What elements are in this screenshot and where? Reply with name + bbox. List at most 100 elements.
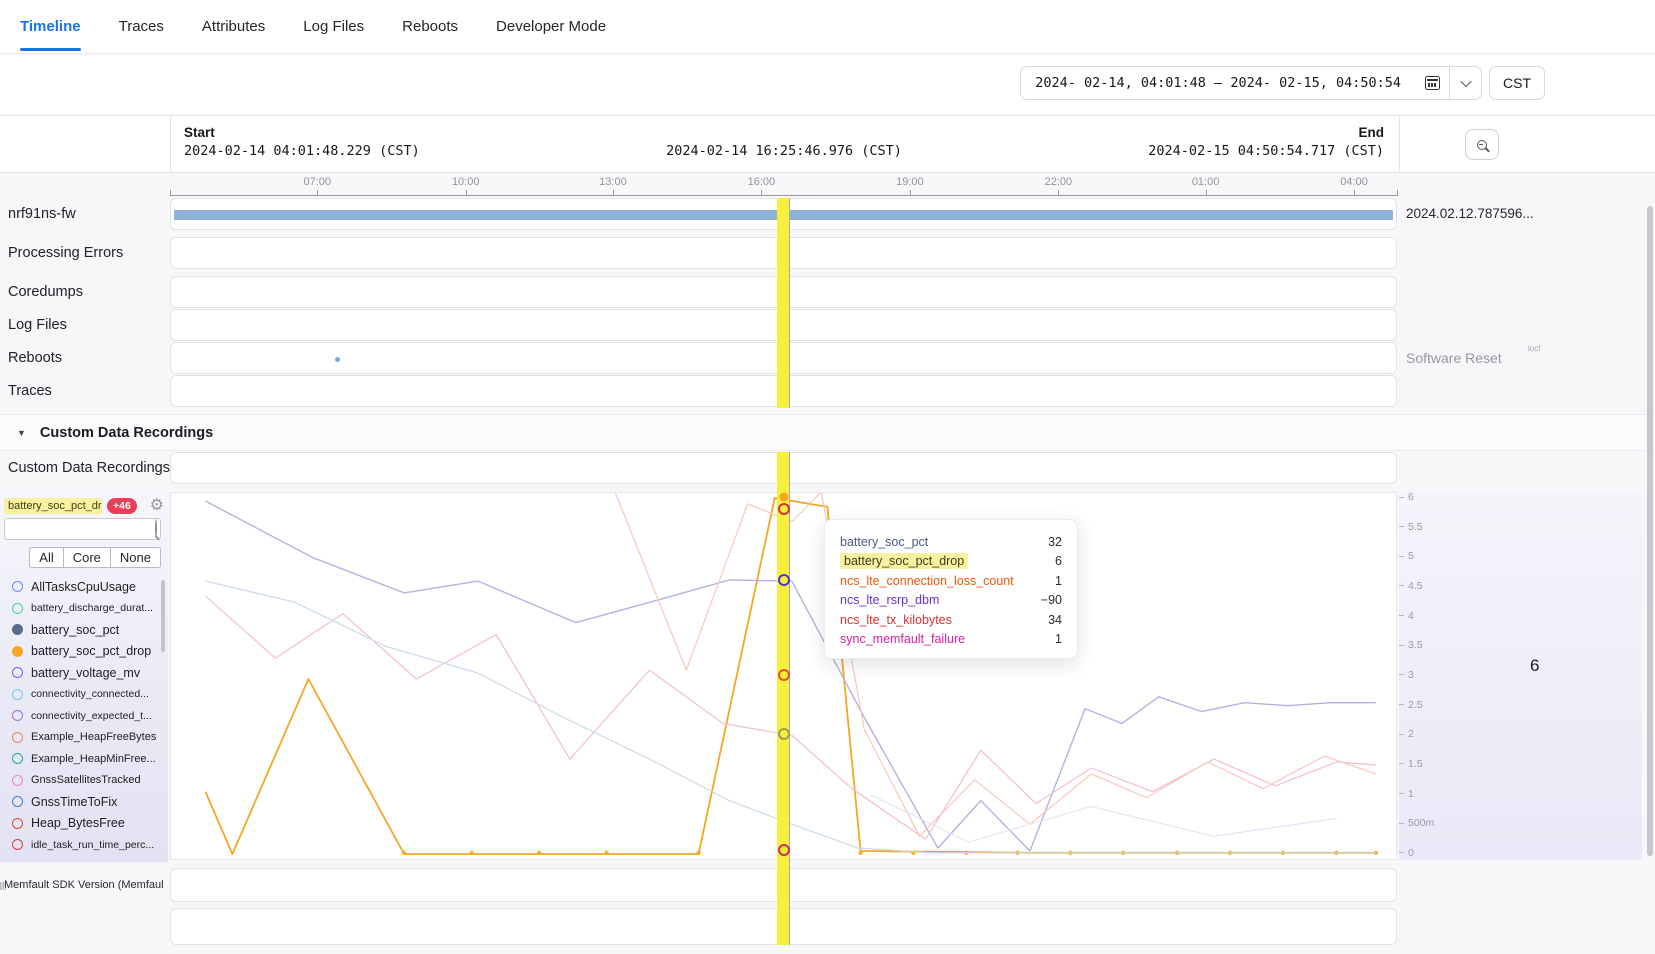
y-tick-dash: [1399, 556, 1404, 557]
series-point: [469, 851, 473, 855]
y-tick-label: 500m: [1408, 817, 1434, 829]
zoom-out-button[interactable]: [1465, 129, 1499, 160]
y-axis-tick: 500m: [1399, 817, 1434, 829]
section-title: Custom Data Recordings: [40, 425, 213, 441]
metric-label: AllTasksCpuUsage: [31, 580, 136, 594]
y-tick-label: 5: [1408, 550, 1414, 562]
metric-list-item-connectivity-connected[interactable]: connectivity_connected...: [0, 684, 168, 706]
series-ncs-lte-connection-loss-count: [870, 795, 1336, 842]
chevron-down-icon: [1460, 76, 1471, 87]
y-tick-label: 6: [1408, 491, 1414, 503]
time-tick-label: 01:00: [1192, 176, 1220, 188]
metric-list-item-gnsssatellitestracked[interactable]: GnssSatellitesTracked: [0, 770, 168, 792]
metric-list: AllTasksCpuUsage battery_discharge_durat.…: [0, 576, 168, 858]
filter-none-button[interactable]: None: [110, 547, 161, 568]
y-tick-dash: [1399, 615, 1404, 616]
metric-list-item-example-heapfreebytes[interactable]: Example_HeapFreeBytes: [0, 727, 168, 749]
metric-color-circle: [12, 603, 23, 614]
y-axis-tick: 4: [1399, 610, 1414, 622]
metric-label: Example_HeapMinFree...: [31, 753, 156, 765]
series-point: [537, 851, 541, 855]
metric-list-item-example-heapminfree[interactable]: Example_HeapMinFree...: [0, 748, 168, 770]
y-tick-dash: [1399, 704, 1404, 705]
page-scrollbar[interactable]: [1647, 206, 1653, 856]
metric-list-item-idle-task-run-time-perc[interactable]: idle_task_run_time_perc...: [0, 834, 168, 856]
tooltip-row-ncs-lte-connection-loss-count: ncs_lte_connection_loss_count1: [840, 571, 1062, 591]
gear-icon[interactable]: ⚙: [150, 498, 164, 514]
metric-list-item-connectivity-expected-t[interactable]: connectivity_expected_t...: [0, 705, 168, 727]
tab-reboots[interactable]: Reboots: [402, 18, 458, 35]
reboot-event-dot[interactable]: [335, 357, 340, 362]
metric-label: idle_task_run_time_perc...: [31, 839, 154, 851]
filter-all-button[interactable]: All: [29, 547, 63, 568]
tab-timeline[interactable]: Timeline: [20, 18, 81, 35]
y-tick-label: 2.5: [1408, 699, 1423, 711]
y-axis-tick: 5: [1399, 550, 1414, 562]
tooltip-metric-value: 1: [1055, 632, 1062, 646]
y-tick-dash: [1399, 763, 1404, 764]
series-point: [402, 851, 406, 855]
start-timestamp: 2024-02-14 04:01:48.229 (CST): [184, 143, 420, 159]
tooltip-metric-value: 34: [1048, 613, 1062, 627]
metric-list-item-battery-voltage-mv[interactable]: battery_voltage_mv: [0, 662, 168, 684]
metric-color-circle: [12, 753, 23, 764]
y-tick-label: 1.5: [1408, 758, 1423, 770]
tooltip-metric-name: battery_soc_pct: [840, 535, 928, 549]
metric-list-item-battery-discharge-durat[interactable]: battery_discharge_durat...: [0, 598, 168, 620]
series-battery-soc-pct: [205, 501, 1376, 851]
metric-list-item-alltaskscpuusage[interactable]: AllTasksCpuUsage: [0, 576, 168, 598]
sidebar-scrollbar[interactable]: [161, 580, 165, 652]
tooltip-row-battery-soc-pct-drop: battery_soc_pct_drop6: [840, 552, 1062, 572]
metric-list-item-battery-soc-pct[interactable]: battery_soc_pct: [0, 619, 168, 641]
timeline-header: Start 2024-02-14 04:01:48.229 (CST) 2024…: [0, 115, 1655, 173]
metric-filter-segmented: AllCoreNone: [30, 547, 161, 568]
selected-metric-chip[interactable]: battery_soc_pct_dr...: [4, 498, 102, 514]
metric-color-circle: [12, 710, 23, 721]
metrics-sidebar: battery_soc_pct_dr... +46 ⚙ AllCoreNone …: [0, 490, 168, 862]
tooltip-row-sync-memfault-failure: sync_memfault_failure 1: [840, 630, 1062, 650]
metric-count-badge: +46: [107, 498, 137, 514]
row-label-custom-data-recordings: Custom Data Recordings: [8, 452, 170, 484]
row-annotation-software-reset: Software Reset: [1406, 342, 1502, 374]
filter-core-button[interactable]: Core: [63, 547, 111, 568]
time-tick-mark: [761, 190, 762, 196]
y-tick-dash: [1399, 674, 1404, 675]
y-axis-tick: 6: [1399, 491, 1414, 503]
zoom-out-icon: [1477, 140, 1487, 150]
time-tick-mark: [1206, 190, 1207, 196]
metric-label: GnssSatellitesTracked: [31, 774, 141, 786]
device-timeline-page: Timeline Traces Attributes Log Files Reboots…: [0, 0, 1655, 954]
row-annotation-2024-02-12-787596: 2024.02.12.787596...: [1406, 198, 1534, 230]
metric-color-circle: [12, 581, 23, 592]
time-tick-mark: [613, 190, 614, 196]
time-tick-mark: [1058, 190, 1059, 196]
time-tick-label: 16:00: [748, 176, 776, 188]
tab-attributes[interactable]: Attributes: [202, 18, 265, 35]
calendar-icon[interactable]: [1415, 67, 1449, 99]
metric-list-item-heap-bytesfree[interactable]: Heap_BytesFree: [0, 813, 168, 835]
tooltip-metric-name: sync_memfault_failure: [840, 632, 965, 646]
tooltip-metric-name: ncs_lte_tx_kilobytes: [840, 613, 952, 627]
timezone-button[interactable]: CST: [1489, 66, 1545, 100]
date-range-dropdown-button[interactable]: [1449, 67, 1481, 99]
tab-developer-mode[interactable]: Developer Mode: [496, 18, 606, 35]
metric-list-item-gnsstimetofix[interactable]: GnssTimeToFix: [0, 791, 168, 813]
metric-list-item-battery-soc-pct-drop[interactable]: battery_soc_pct_drop: [0, 641, 168, 663]
metric-label: battery_voltage_mv: [31, 666, 140, 680]
tab-traces[interactable]: Traces: [119, 18, 164, 35]
metric-color-circle: [12, 646, 23, 657]
y-tick-label: 5.5: [1408, 521, 1423, 533]
metric-search-input[interactable]: [5, 519, 155, 539]
toolbar: 2024- 02-14, 04:01:48 – 2024- 02-15, 04:…: [0, 55, 1655, 114]
y-axis-tick: 2: [1399, 728, 1414, 740]
metric-color-circle: [12, 732, 23, 743]
date-range-input[interactable]: 2024- 02-14, 04:01:48 – 2024- 02-15, 04:…: [1021, 67, 1415, 99]
metric-label: GnssTimeToFix: [31, 795, 117, 809]
end-timestamp: 2024-02-15 04:50:54.717 (CST): [1148, 143, 1384, 159]
y-axis-tick: 0: [1399, 847, 1414, 859]
section-custom-data-recordings[interactable]: ▼ Custom Data Recordings: [0, 414, 1655, 451]
metric-search-box: [4, 518, 161, 540]
time-tick-label: 04:00: [1340, 176, 1368, 188]
series-point: [858, 851, 862, 855]
tab-log-files[interactable]: Log Files: [303, 18, 364, 35]
